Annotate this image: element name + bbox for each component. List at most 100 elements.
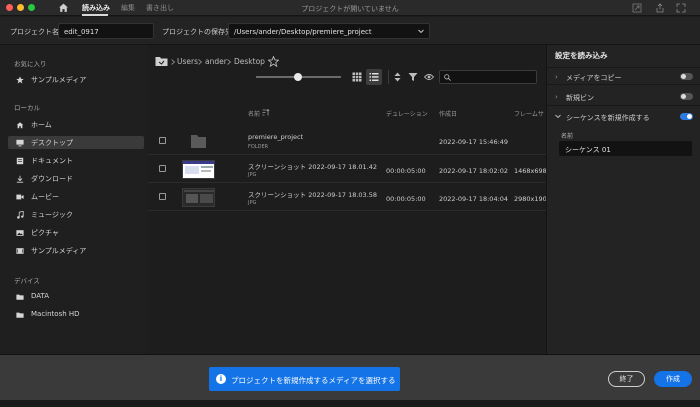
sidebar-item-desktop[interactable]: デスクトップ [8,136,144,149]
create-button[interactable]: 作成 [654,371,692,387]
column-header-duration[interactable]: デュレーション [386,109,428,118]
chevron-right-icon[interactable]: › [555,93,558,101]
media-browser: Users ander Desktop 名前 デュレーション 作成日 フレームサ… [148,45,547,354]
sidebar-item-sample-media-favorite[interactable]: サンプルメディア [8,73,144,86]
grid-view-icon[interactable] [352,72,362,82]
sidebar-item-downloads[interactable]: ダウンロード [8,172,144,185]
sidebar-item-label: デスクトップ [31,139,73,147]
chevron-right-icon [198,59,203,65]
sidebar-item-label: DATA [31,292,50,300]
table-row[interactable]: スクリーンショット 2022-09-17 18.01.42 JPG 00:00:… [148,156,547,183]
row-frame-size: 2980x190 [514,195,547,203]
project-name-input[interactable]: edit_0917 [58,23,154,39]
row-type: JPG [248,200,257,206]
row-name: スクリーンショット 2022-09-17 18.03.58 [248,191,378,199]
new-bin-toggle[interactable] [680,93,693,100]
row-checkbox[interactable] [159,193,166,200]
row-checkbox[interactable] [159,137,166,144]
list-view-button[interactable] [366,69,382,85]
table-row[interactable]: premiere_project FOLDER 2022-09-17 15:46… [148,128,546,155]
copy-media-toggle[interactable] [680,73,693,80]
row-created: 2022-09-17 15:46:49 [439,138,509,146]
notice-text: プロジェクトを新規作成するメディアを選択する [231,376,396,385]
bottom-strip [0,400,700,407]
folder-icon [16,294,24,300]
list-view-icon [369,73,379,81]
sequence-name-input[interactable]: シーケンス 01 [559,141,692,156]
column-header-created[interactable]: 作成日 [439,109,457,118]
sidebar-item-documents[interactable]: ドキュメント [8,154,144,167]
filter-icon[interactable] [408,72,418,82]
sidebar-item-label: ホーム [31,121,52,129]
search-input[interactable] [439,70,537,84]
chevron-right-icon [227,59,232,65]
column-header-name[interactable]: 名前 [248,109,260,118]
folder-icon [191,135,206,148]
screenshot-thumbnail [182,188,215,207]
project-name-label: プロジェクト名 [10,28,59,36]
project-location-label: プロジェクトの保存先 [162,28,232,36]
slider-handle[interactable] [294,73,302,81]
folder-location-icon[interactable] [155,56,168,67]
breadcrumb-users[interactable]: Users [177,57,198,66]
sidebar-item-label: ミュージック [31,211,73,219]
sidebar-item-home[interactable]: ホーム [8,118,144,131]
chevron-down-icon [418,29,424,34]
active-tab-indicator [82,14,108,16]
download-icon [16,175,24,183]
favorites-header: お気に入り [14,60,47,68]
star-icon[interactable] [268,56,279,67]
row-type: FOLDER [248,144,269,150]
sidebar-item-music[interactable]: ミュージック [8,208,144,221]
project-location-select[interactable]: /Users/ander/Desktop/premiere_project [228,23,430,39]
sort-icon[interactable] [394,72,401,82]
column-header-frame-size[interactable]: フレームサ [514,109,544,118]
option-copy-media[interactable]: › メディアをコピー [547,67,700,85]
row-checkbox[interactable] [159,165,166,172]
option-new-bin[interactable]: › 新規ビン [547,88,700,106]
screenshot-thumbnail [182,160,215,179]
toolbar-divider [388,70,389,84]
sidebar-item-label: サンプルメディア [31,76,87,84]
home-icon [16,122,24,129]
app-window: 読み込み 編集 書き出し プロジェクトが開いていません プロジェクト名 edit… [0,0,700,407]
new-sequence-toggle[interactable] [680,113,693,120]
movie-icon [16,194,24,200]
sidebar-item-pictures[interactable]: ピクチャ [8,226,144,239]
import-settings-panel: 設定を読み込み › メディアをコピー › 新規ビン シーケンスを新規作成する 名… [546,45,700,354]
project-bar: プロジェクト名 edit_0917 プロジェクトの保存先 /Users/ande… [0,17,700,45]
sidebar-item-data[interactable]: DATA [8,290,144,303]
project-location-value: /Users/ander/Desktop/premiere_project [234,28,372,36]
toggle-knob [687,114,692,119]
breadcrumb-ander[interactable]: ander [205,57,227,66]
title-bar: 読み込み 編集 書き出し プロジェクトが開いていません [0,0,700,16]
chevron-right-icon[interactable]: › [555,73,558,81]
sidebar-item-macintosh-hd[interactable]: Macintosh HD [8,308,144,321]
local-header: ローカル [14,104,40,112]
fullscreen-icon[interactable] [676,3,686,13]
star-icon [16,76,24,84]
chevron-down-icon[interactable] [555,114,561,119]
eye-icon[interactable] [424,73,434,81]
window-title: プロジェクトが開いていません [301,5,399,13]
row-type: JPG [248,172,257,178]
sequence-name-label: 名前 [561,133,574,140]
sidebar-item-sample-media[interactable]: サンプルメディア [8,244,144,257]
picture-icon [16,230,24,236]
toggle-knob [681,74,686,79]
sidebar-item-movies[interactable]: ムービー [8,190,144,203]
row-created: 2022-09-17 18:02:02 [439,167,509,175]
share-icon[interactable] [655,3,665,13]
quick-export-icon[interactable] [632,3,642,13]
devices-header: デバイス [14,277,40,285]
chevron-right-icon [171,59,176,65]
sidebar: お気に入り サンプルメディア ローカル ホーム デスクトップ ドキュメント ダウ… [0,45,148,354]
table-row[interactable]: スクリーンショット 2022-09-17 18.03.58 JPG 00:00:… [148,184,547,211]
sort-ascending-icon[interactable] [262,109,270,116]
exit-button[interactable]: 終了 [608,371,645,387]
breadcrumb-desktop[interactable]: Desktop [234,57,265,66]
row-duration: 00:00:05:00 [386,167,426,175]
folder-icon [16,312,24,318]
option-label: メディアをコピー [566,74,622,82]
option-new-sequence[interactable]: シーケンスを新規作成する [547,108,700,126]
